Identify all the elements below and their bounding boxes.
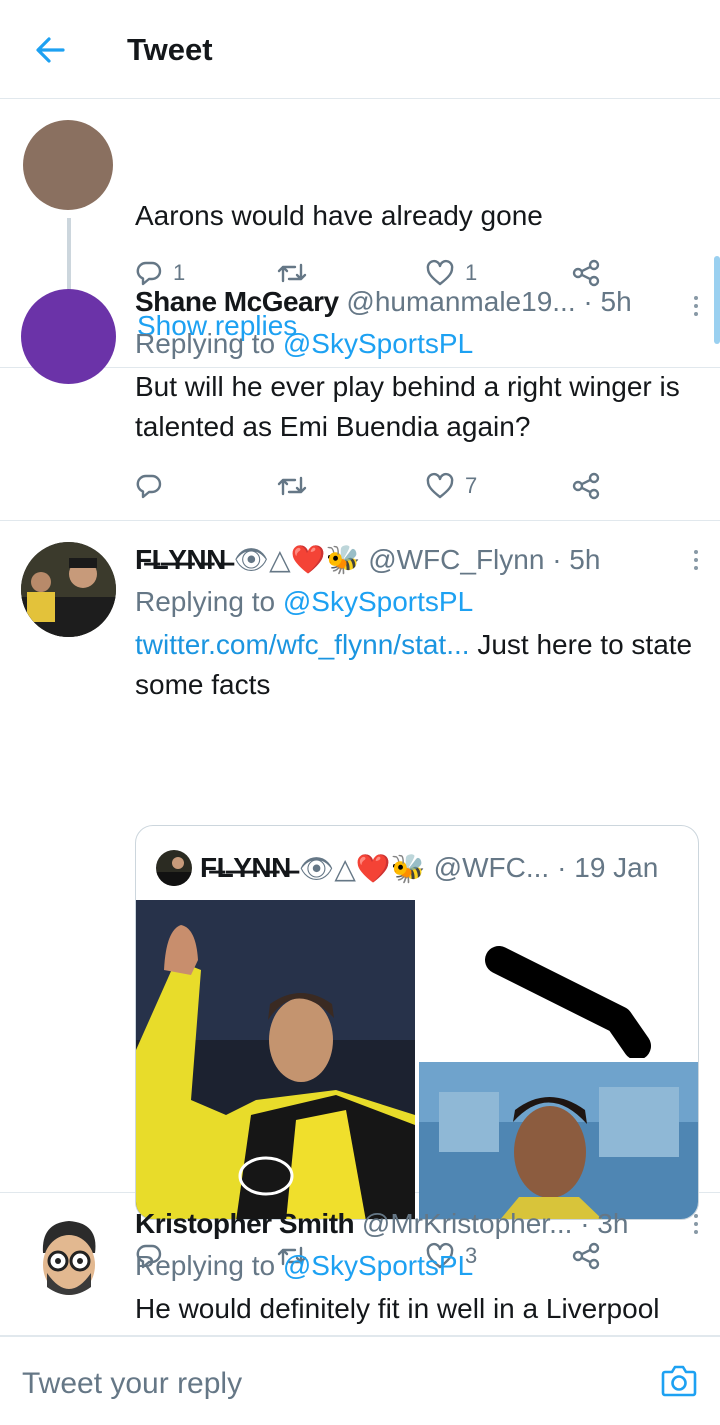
tweet-reply[interactable]: Kristopher Smith @MrKristopher... · 3h R… xyxy=(0,1193,720,1335)
user-handle[interactable]: @WFC_Flynn xyxy=(368,544,544,575)
reply-composer-bar: Tweet your reply xyxy=(0,1335,720,1425)
avatar[interactable] xyxy=(21,1213,116,1308)
user-handle[interactable]: @humanmale19... xyxy=(346,286,575,317)
display-name[interactable]: Shane McGeary xyxy=(135,286,339,317)
camera-button[interactable] xyxy=(660,1363,698,1399)
quoted-media-grid xyxy=(136,900,698,1219)
avatar[interactable] xyxy=(21,542,116,637)
replying-label: Replying to xyxy=(135,1250,276,1281)
reply-feed: Aarons would have already gone 1 1 Show … xyxy=(0,99,720,1335)
reply-button[interactable] xyxy=(135,466,163,506)
retweet-icon xyxy=(275,472,309,500)
tweet-reply[interactable]: F̶L̶Y̶N̶N̶ 👁△❤️🐝 @WFC_Flynn · 5h Replyin… xyxy=(0,521,720,1193)
replying-to: Replying to @SkySportsPL xyxy=(135,1249,696,1283)
tweet-text: Aarons would have already gone xyxy=(135,200,543,231)
replying-label: Replying to xyxy=(135,328,276,359)
tweet-link[interactable]: twitter.com/wfc_flynn/stat... xyxy=(135,629,470,660)
more-options-button[interactable] xyxy=(684,543,708,577)
display-name[interactable]: Kristopher Smith xyxy=(135,1208,355,1239)
quoted-display-name: F̶L̶Y̶N̶N̶ xyxy=(200,852,291,883)
retweet-button[interactable] xyxy=(275,466,309,506)
replying-label: Replying to xyxy=(135,586,276,617)
like-button[interactable]: 7 xyxy=(425,466,477,506)
like-count: 7 xyxy=(465,473,478,498)
quoted-handle: @WFC... xyxy=(433,852,550,883)
reply-icon xyxy=(135,472,163,500)
scrollbar[interactable] xyxy=(714,256,720,344)
mention-link[interactable]: @SkySportsPL xyxy=(283,586,473,617)
quoted-tweet[interactable]: F̶L̶Y̶N̶N̶ 👁△❤️🐝 @WFC... · 19 Jan xyxy=(135,825,699,1220)
media-image-meme[interactable] xyxy=(419,900,698,1058)
quoted-emoji: 👁△❤️🐝 xyxy=(298,852,426,884)
tweet-actions: 7 xyxy=(135,466,615,506)
mention-link[interactable]: @SkySportsPL xyxy=(283,328,473,359)
tweet-text: twitter.com/wfc_flynn/stat... Just here … xyxy=(135,625,696,705)
avatar[interactable] xyxy=(23,120,113,210)
camera-icon xyxy=(661,1365,697,1397)
timestamp: · 3h xyxy=(580,1208,629,1239)
name-emoji: 👁△❤️🐝 xyxy=(233,544,361,575)
more-options-button[interactable] xyxy=(684,1207,708,1241)
replying-to: Replying to @SkySportsPL xyxy=(135,327,696,361)
share-icon xyxy=(571,472,601,500)
timestamp: · 5h xyxy=(552,544,601,575)
top-app-bar: Tweet xyxy=(0,0,720,99)
tweet-text: He would definitely fit in well in a Liv… xyxy=(135,1293,660,1324)
like-icon xyxy=(425,472,455,500)
reply-input[interactable]: Tweet your reply xyxy=(22,1367,242,1401)
back-button[interactable] xyxy=(30,30,70,70)
timestamp: · 5h xyxy=(583,286,632,317)
tweet-text: But will he ever play behind a right win… xyxy=(135,371,680,442)
back-arrow-icon xyxy=(36,37,65,63)
tweet-reply[interactable]: Shane McGeary @humanmale19... · 5h Reply… xyxy=(0,269,720,521)
user-handle[interactable]: @MrKristopher... xyxy=(362,1208,572,1239)
quoted-timestamp: · 19 Jan xyxy=(557,852,659,883)
display-name[interactable]: F̶L̶Y̶N̶N̶ xyxy=(135,544,226,575)
avatar-photo xyxy=(21,542,116,637)
page-title: Tweet xyxy=(127,32,213,67)
share-button[interactable] xyxy=(571,466,601,506)
quoted-avatar xyxy=(156,850,192,886)
avatar-memoji xyxy=(21,1213,116,1308)
more-options-button[interactable] xyxy=(684,289,708,323)
avatar[interactable] xyxy=(21,289,116,384)
media-photo-player[interactable] xyxy=(136,900,415,1219)
replying-to: Replying to @SkySportsPL xyxy=(135,585,696,619)
mention-link[interactable]: @SkySportsPL xyxy=(283,1250,473,1281)
